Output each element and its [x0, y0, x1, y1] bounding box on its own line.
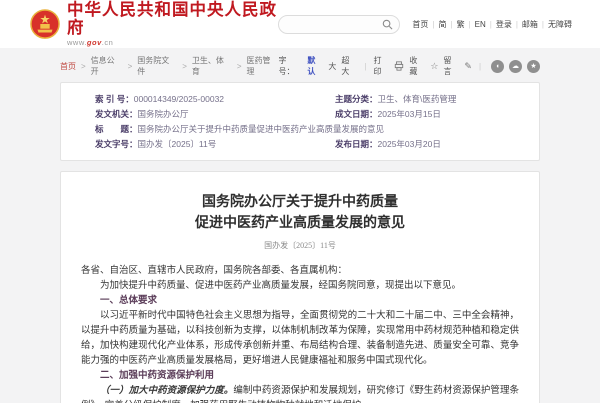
site-url-suffix: .cn	[102, 38, 114, 47]
site-url-prefix: www.	[67, 38, 87, 47]
meta-agency-value: 国务院办公厅	[138, 107, 189, 122]
meta-category-value: 卫生、体育\医药管理	[378, 92, 457, 107]
print-button[interactable]: 打印	[373, 55, 389, 77]
intro-paragraph: 为加快提升中药质量、促进中医药产业高质量发展，经国务院同意，现提出以下意见。	[81, 278, 519, 293]
meta-index-label: 索 引 号：	[95, 92, 134, 107]
nav-login[interactable]: 登录	[496, 19, 512, 30]
meta-row: 标 题： 国务院办公厅关于提升中药质量促进中医药产业高质量发展的意见	[95, 122, 525, 137]
breadcrumb-separator: >	[128, 62, 133, 71]
site-header: 中华人民共和国中央人民政府 www.gov.cn 首页 | 简 | 繁 | EN	[0, 0, 600, 48]
meta-row: 发文机关： 国务院办公厅 成文日期： 2025年03月15日	[95, 107, 525, 122]
font-size-large-button[interactable]: 大	[328, 61, 336, 72]
nav-separator: |	[432, 20, 434, 29]
search-icon[interactable]	[382, 19, 393, 30]
weibo-share-icon[interactable]: ☁	[509, 60, 522, 73]
nav-home[interactable]: 首页	[412, 19, 428, 30]
meta-date-published-value: 2025年03月20日	[378, 137, 441, 152]
font-size-xlarge-button[interactable]: 超大	[341, 55, 357, 77]
breadcrumb-separator: >	[182, 62, 187, 71]
font-size-default-button[interactable]: 默认	[307, 55, 323, 77]
national-emblem-icon	[30, 9, 60, 39]
share-group: ◖ ☁ ★	[491, 60, 540, 73]
font-size-label: 字号：	[278, 55, 302, 77]
meta-date-written-label: 成文日期：	[335, 107, 378, 122]
content-area: 首页 > 信息公开 > 国务院文件 > 卫生、体育 > 医药管理 字号： 默认 …	[0, 48, 600, 403]
section1-heading: 一、总体要求	[81, 293, 519, 308]
search-input[interactable]	[286, 17, 382, 32]
breadcrumb-state-council-docs[interactable]: 国务院文件	[137, 55, 177, 77]
document-title-line1: 国务院办公厅关于提升中药质量	[81, 192, 519, 213]
breadcrumb-medicine-admin[interactable]: 医药管理	[247, 55, 279, 77]
section2-heading: 二、加强中药资源保护利用	[81, 368, 519, 383]
meta-row: 索 引 号： 000014349/2025-00032 主题分类： 卫生、体育\…	[95, 92, 525, 107]
meta-agency-label: 发文机关：	[95, 107, 138, 122]
meta-title-label: 标 题：	[95, 122, 138, 137]
nav-separator: |	[542, 20, 544, 29]
nav-accessibility[interactable]: 无障碍	[548, 19, 572, 30]
nav-separator: |	[450, 20, 452, 29]
meta-category-label: 主题分类：	[335, 92, 378, 107]
meta-doc-no-label: 发文字号：	[95, 137, 138, 152]
toolbar-divider: |	[479, 62, 481, 71]
item1-paragraph: （一）加大中药资源保护力度。编制中药资源保护和发展规划，研究修订《野生药材资源保…	[81, 383, 519, 403]
top-nav: 首页 | 简 | 繁 | EN | 登录 | 邮箱 | 无障碍	[412, 19, 572, 30]
meta-doc-no-value: 国办发〔2025〕11号	[138, 137, 217, 152]
search-box[interactable]	[278, 15, 400, 34]
nav-separator: |	[516, 20, 518, 29]
site-url-brand: gov	[87, 38, 102, 47]
document-title: 国务院办公厅关于提升中药质量 促进中医药产业高质量发展的意见	[81, 192, 519, 234]
nav-english[interactable]: EN	[475, 20, 486, 29]
header-right: 首页 | 简 | 繁 | EN | 登录 | 邮箱 | 无障碍	[278, 15, 572, 34]
item1-lead: （一）加大中药资源保护力度。	[100, 385, 233, 396]
pencil-icon[interactable]: ✎	[464, 61, 472, 72]
nav-separator: |	[490, 20, 492, 29]
site-url: www.gov.cn	[67, 38, 278, 47]
wechat-share-icon[interactable]: ◖	[491, 60, 504, 73]
page-toolbar: 字号： 默认 大 超大 | 打印 收藏 ☆ 留言 ✎ |	[278, 55, 540, 77]
document-number: 国办发〔2025〕11号	[81, 240, 519, 251]
logo-text: 中华人民共和国中央人民政府 www.gov.cn	[67, 1, 278, 47]
gov-logo[interactable]: 中华人民共和国中央人民政府 www.gov.cn	[30, 1, 278, 47]
nav-simplified[interactable]: 简	[438, 19, 446, 30]
printer-icon[interactable]	[394, 61, 404, 71]
nav-traditional[interactable]: 繁	[457, 19, 465, 30]
section1-body: 以习近平新时代中国特色社会主义思想为指导，全面贯彻党的二十大和二十届二中、三中全…	[81, 308, 519, 368]
breadcrumb-home[interactable]: 首页	[60, 61, 76, 72]
qzone-share-icon[interactable]: ★	[527, 60, 540, 73]
page: 中华人民共和国中央人民政府 www.gov.cn 首页 | 简 | 繁 | EN	[0, 0, 600, 403]
meta-row: 发文字号： 国办发〔2025〕11号 发布日期： 2025年03月20日	[95, 137, 525, 152]
document-title-line2: 促进中医药产业高质量发展的意见	[81, 213, 519, 234]
star-icon[interactable]: ☆	[430, 61, 438, 72]
favorite-button[interactable]: 收藏	[409, 55, 425, 77]
nav-separator: |	[469, 20, 471, 29]
nav-mail[interactable]: 邮箱	[522, 19, 538, 30]
document-card: 国务院办公厅关于提升中药质量 促进中医药产业高质量发展的意见 国办发〔2025〕…	[60, 171, 540, 403]
toolbar-divider: |	[364, 62, 366, 71]
breadcrumb-separator: >	[237, 62, 242, 71]
site-title: 中华人民共和国中央人民政府	[67, 1, 278, 37]
salutation: 各省、自治区、直辖市人民政府，国务院各部委、各直属机构：	[81, 263, 519, 278]
meta-title-value: 国务院办公厅关于提升中药质量促进中医药产业高质量发展的意见	[138, 122, 385, 137]
breadcrumb-row: 首页 > 信息公开 > 国务院文件 > 卫生、体育 > 医药管理 字号： 默认 …	[60, 57, 540, 75]
breadcrumb: 首页 > 信息公开 > 国务院文件 > 卫生、体育 > 医药管理	[60, 55, 278, 77]
breadcrumb-info-disclosure[interactable]: 信息公开	[91, 55, 123, 77]
meta-date-published-label: 发布日期：	[335, 137, 378, 152]
meta-index-value: 000014349/2025-00032	[134, 92, 224, 107]
document-body: 各省、自治区、直辖市人民政府，国务院各部委、各直属机构： 为加快提升中药质量、促…	[81, 263, 519, 403]
document-metadata-card: 索 引 号： 000014349/2025-00032 主题分类： 卫生、体育\…	[60, 82, 540, 161]
comment-button[interactable]: 留言	[443, 55, 459, 77]
breadcrumb-health-sports[interactable]: 卫生、体育	[192, 55, 232, 77]
breadcrumb-separator: >	[81, 62, 86, 71]
meta-date-written-value: 2025年03月15日	[378, 107, 441, 122]
